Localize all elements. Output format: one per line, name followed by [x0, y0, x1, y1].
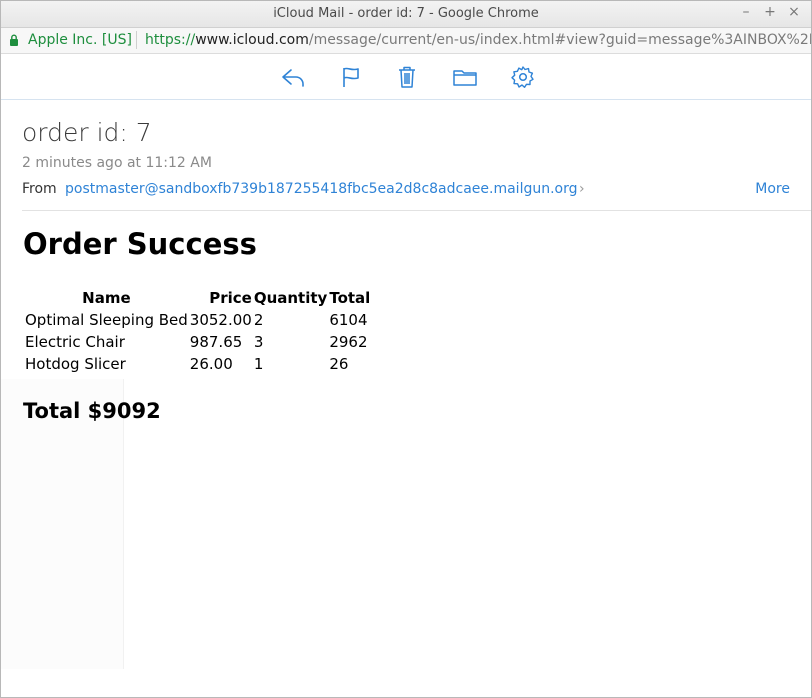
- maximize-button[interactable]: +: [761, 4, 779, 20]
- message-timestamp: 2 minutes ago at 11:12 AM: [22, 155, 212, 171]
- lock-icon: [10, 34, 18, 46]
- url-host: www.icloud.com: [195, 32, 309, 48]
- close-button[interactable]: ×: [785, 4, 803, 20]
- flag-icon: [343, 67, 359, 87]
- item-price: 26.00: [189, 355, 233, 373]
- reply-icon: [282, 69, 304, 87]
- browser-window: iCloud Mail - order id: 7 - Google Chrom…: [0, 0, 812, 698]
- item-quantity: 1: [253, 355, 264, 373]
- move-to-folder-button[interactable]: [452, 64, 478, 90]
- mail-toolbar: [1, 54, 811, 100]
- from-label: From: [22, 181, 57, 197]
- title-bar: iCloud Mail - order id: 7 - Google Chrom…: [1, 1, 811, 28]
- sender-address-link[interactable]: postmaster@sandboxfb739b187255418fbc5ea2…: [65, 181, 578, 197]
- item-price: 987.65: [189, 333, 243, 351]
- item-quantity: 2: [253, 311, 264, 329]
- flag-button[interactable]: [338, 64, 364, 90]
- order-table: Name Price Quantity Total Optimal Sleepi…: [23, 287, 372, 375]
- url-scheme: https://: [145, 32, 196, 48]
- column-header-quantity: Quantity: [253, 289, 328, 307]
- gear-icon: [511, 66, 534, 88]
- column-header-name: Name: [82, 289, 131, 307]
- site-identity[interactable]: Apple Inc. [US]: [28, 32, 132, 48]
- folder-icon: [453, 70, 477, 86]
- table-row: Hotdog Slicer 26.00 1 26: [25, 353, 370, 375]
- table-row: Electric Chair 987.65 3 2962: [25, 331, 370, 353]
- table-header-row: Name Price Quantity Total: [25, 287, 370, 309]
- item-name: Electric Chair: [25, 333, 125, 351]
- column-header-price: Price: [209, 289, 252, 307]
- item-quantity: 3: [253, 333, 264, 351]
- url-text[interactable]: https://www.icloud.com/message/current/e…: [145, 32, 811, 48]
- delete-button[interactable]: [394, 64, 420, 90]
- trash-icon: [399, 66, 415, 88]
- message-subject: order id: 7: [22, 118, 152, 147]
- item-total: 6104: [329, 311, 368, 329]
- reply-button[interactable]: [280, 64, 306, 90]
- column-header-total: Total: [329, 289, 371, 307]
- address-bar[interactable]: Apple Inc. [US] https://www.icloud.com/m…: [1, 28, 811, 54]
- table-row: Optimal Sleeping Bed 3052.00 2 6104: [25, 309, 370, 331]
- url-path: /message/current/en-us/index.html#view?g…: [308, 32, 811, 48]
- item-total: 26: [329, 355, 349, 373]
- item-total: 2962: [329, 333, 368, 351]
- item-price: 3052.00: [189, 311, 252, 329]
- chevron-right-icon[interactable]: ›: [579, 181, 585, 197]
- minimize-button[interactable]: –: [737, 4, 755, 20]
- order-heading: Order Success: [23, 227, 257, 261]
- item-name: Hotdog Slicer: [25, 355, 126, 373]
- more-details-link[interactable]: More: [755, 181, 790, 197]
- item-name: Optimal Sleeping Bed: [25, 311, 188, 329]
- order-grand-total: Total $9092: [23, 399, 161, 423]
- window-title: iCloud Mail - order id: 7 - Google Chrom…: [273, 6, 539, 21]
- address-separator: [136, 31, 137, 49]
- settings-button[interactable]: [510, 64, 536, 90]
- header-divider: [22, 210, 811, 211]
